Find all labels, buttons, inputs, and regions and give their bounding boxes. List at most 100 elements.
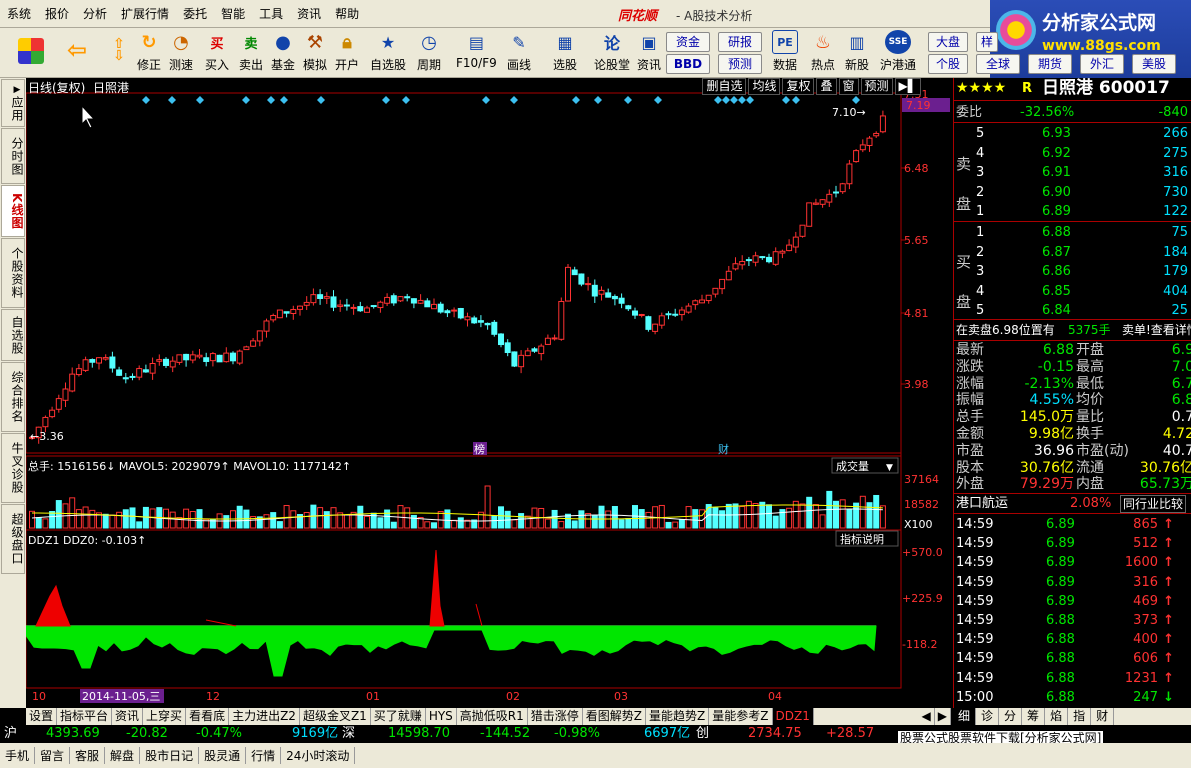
ipo-button[interactable]: ▥ 新股 — [844, 30, 870, 73]
sell-level-row[interactable]: 4 6.92 275 — [954, 144, 1191, 163]
menu-analysis[interactable]: 分析 — [76, 0, 114, 28]
status-item[interactable]: 股市日记 — [140, 747, 200, 764]
window-button[interactable]: 窗 — [838, 78, 859, 95]
sell-level-row[interactable]: 3 6.91 316 — [954, 163, 1191, 182]
menu-tools[interactable]: 工具 — [252, 0, 290, 28]
quote-tab[interactable]: 焰 — [1045, 708, 1069, 725]
industry-compare-button[interactable]: 同行业比较 — [1120, 495, 1187, 513]
indicator-help-button[interactable]: 指标说明 — [840, 532, 884, 546]
tab-intraday[interactable]: 分时图 — [1, 128, 25, 184]
bottom-tab[interactable]: 指标平台 — [57, 708, 113, 725]
volume-dropdown[interactable]: 成交量 — [836, 459, 869, 473]
tab-diagnosis[interactable]: 牛叉诊股 — [1, 433, 25, 503]
status-item[interactable]: 客服 — [70, 747, 106, 764]
menu-help[interactable]: 帮助 — [328, 0, 366, 28]
sell-level-row[interactable]: 1 6.89 122 — [954, 202, 1191, 221]
menu-system[interactable]: 系统 — [0, 0, 38, 28]
bottom-tab[interactable]: 量能参考Z — [709, 708, 773, 725]
hotspot-button[interactable]: ♨ 热点 — [810, 30, 836, 73]
menu-quote[interactable]: 报价 — [38, 0, 76, 28]
overlay-button[interactable]: 叠 — [816, 78, 837, 95]
bottom-tab[interactable]: 高抛低吸R1 — [457, 708, 528, 725]
buy-level-row[interactable]: 3 6.86 179 — [954, 262, 1191, 281]
tab-ranking[interactable]: 综合排名 — [1, 362, 25, 432]
bottom-tab[interactable]: 看图解势Z — [583, 708, 647, 725]
event-markers[interactable] — [142, 96, 860, 104]
research-button[interactable]: 研报 — [718, 32, 762, 52]
kline-chart[interactable]: 7.316.485.654.813.987.197.10→←3.36榜财总手: … — [26, 78, 951, 708]
overflow-button[interactable]: 样 — [976, 32, 998, 52]
quote-tab[interactable]: 财 — [1091, 708, 1115, 725]
bottom-tab[interactable]: 资讯 — [112, 708, 144, 725]
bottom-tab[interactable]: 看看底 — [186, 708, 230, 725]
back-button[interactable]: ⇦ — [64, 30, 90, 72]
list-marker[interactable]: 榜 — [474, 442, 485, 456]
draw-line-button[interactable]: ✎ 画线 — [506, 30, 532, 73]
bbd-button[interactable]: BBD — [666, 54, 710, 74]
menu-order[interactable]: 委托 — [176, 0, 214, 28]
buy-level-row[interactable]: 5 6.84 25 — [954, 301, 1191, 320]
quote-tab[interactable]: 分 — [999, 708, 1023, 725]
watchlist-button[interactable]: ★ 自选股 — [370, 30, 406, 73]
tab-profile[interactable]: 个股资料 — [1, 238, 25, 308]
adjust-button[interactable]: 复权 — [782, 78, 815, 95]
bottom-tab[interactable]: 超级金叉Z1 — [300, 708, 371, 725]
industry-name[interactable]: 港口航运 — [956, 494, 1008, 513]
predict-button[interactable]: 预测 — [860, 78, 893, 95]
layout-button[interactable] — [18, 30, 44, 66]
big-order-note[interactable]: 在卖盘6.98位置有 5375手 卖单!查看详情 — [954, 321, 1191, 340]
ma-button[interactable]: 均线 — [748, 78, 781, 95]
quote-tab[interactable]: 细 — [953, 708, 977, 725]
stock-picker-button[interactable]: ▦ 选股 — [552, 30, 578, 73]
forum-button[interactable]: 论论股堂 — [594, 30, 630, 73]
menu-news[interactable]: 资讯 — [290, 0, 328, 28]
f10-button[interactable]: ▤ F10/F9 — [456, 30, 497, 71]
buy-button[interactable]: 买买入 — [204, 30, 230, 73]
tab-super-panel[interactable]: 超级盘口 — [1, 504, 25, 574]
tab-watchlist[interactable]: 自选股 — [1, 309, 25, 361]
bottom-tab[interactable]: 上穿买 — [143, 708, 187, 725]
tab-kline[interactable]: K线图 — [1, 185, 25, 237]
quote-tab[interactable]: 诊 — [976, 708, 1000, 725]
bottom-tab[interactable]: HYS — [426, 708, 457, 725]
fund-button[interactable]: ● 基金 — [270, 30, 296, 73]
single-stock-button[interactable]: 个股 — [928, 54, 968, 74]
data-button[interactable]: PE 数据 — [772, 30, 798, 73]
sell-level-row[interactable]: 5 6.93 266 — [954, 124, 1191, 143]
status-item[interactable]: 手机 — [0, 747, 36, 764]
scroll-right-icon[interactable]: ▶ — [935, 708, 951, 725]
bottom-tab[interactable]: 主力进出Z2 — [229, 708, 300, 725]
simulate-button[interactable]: ⚒ 模拟 — [302, 30, 328, 73]
revise-button[interactable]: ↻ 修正 — [136, 30, 162, 73]
status-item[interactable]: 解盘 — [105, 747, 141, 764]
status-item[interactable]: 行情 — [246, 747, 282, 764]
forecast-button[interactable]: 预测 — [718, 54, 762, 74]
status-item[interactable]: 股灵通 — [199, 747, 247, 764]
bottom-tab[interactable]: 设置 — [26, 708, 58, 725]
open-account-button[interactable]: 🔒︎ 开户 — [334, 30, 360, 73]
status-item[interactable]: 留言 — [35, 747, 71, 764]
dropdown-arrow-icon[interactable]: ▼ — [886, 463, 893, 473]
bottom-tab[interactable]: 猎击涨停 — [528, 708, 583, 725]
sell-level-row[interactable]: 2 6.90 730 — [954, 183, 1191, 202]
bottom-tab[interactable]: DDZ1 — [772, 708, 814, 725]
bottom-tab[interactable]: 量能趋势Z — [646, 708, 710, 725]
bottom-tab[interactable]: 买了就赚 — [371, 708, 426, 725]
news-button[interactable]: ▣ 资讯 — [636, 30, 662, 73]
hk-connect-button[interactable]: SSE 沪港通 — [880, 30, 916, 73]
remove-watchlist-button[interactable]: 删自选 — [702, 78, 747, 95]
buy-level-row[interactable]: 2 6.87 184 — [954, 243, 1191, 262]
buy-level-row[interactable]: 1 6.88 75 — [954, 223, 1191, 242]
chart-area[interactable]: 7.316.485.654.813.987.197.10→←3.36榜财总手: … — [26, 78, 951, 708]
quote-tab[interactable]: 筹 — [1022, 708, 1046, 725]
futures-button[interactable]: 期货 — [1028, 54, 1072, 74]
capital-button[interactable]: 资金 — [666, 32, 710, 52]
us-stock-button[interactable]: 美股 — [1132, 54, 1176, 74]
scroll-left-icon[interactable]: ◀ — [919, 708, 935, 725]
market-button[interactable]: 大盘 — [928, 32, 968, 52]
expand-icon[interactable]: ▶▌ — [894, 78, 921, 95]
sell-button[interactable]: 卖卖出 — [238, 30, 264, 73]
speed-test-button[interactable]: ◔ 测速 — [168, 30, 194, 73]
period-button[interactable]: ◷ 周期 — [416, 30, 442, 73]
up-down-button[interactable]: ⇧ ⇩ — [106, 30, 132, 72]
